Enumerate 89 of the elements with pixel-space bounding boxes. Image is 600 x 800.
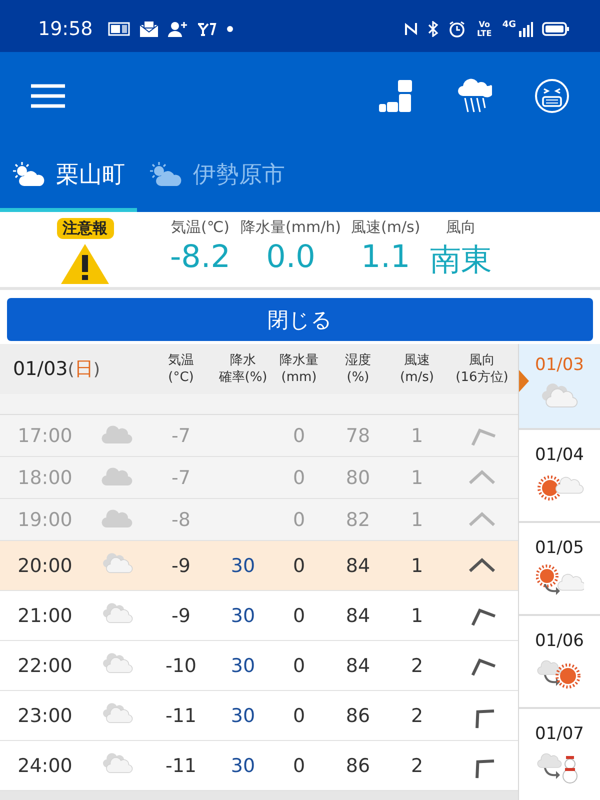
column-header: 降水量 (mm)	[278, 352, 320, 386]
temperature-cell-text: -11	[164, 704, 198, 726]
bluetooth-icon	[427, 21, 440, 37]
column-header: 湿度 (%)	[344, 352, 372, 386]
humidity-cell-text: 86	[344, 754, 372, 776]
time-cell-text: 20:00	[16, 554, 74, 576]
dot-icon	[226, 25, 234, 33]
time-cell-text: 22:00	[16, 654, 74, 676]
temperature-cell-text: -8	[170, 508, 192, 530]
reading-value: -8.2	[170, 239, 230, 275]
temperature-cell-text: -7	[170, 424, 192, 446]
time-cell-text: 18:00	[16, 466, 74, 488]
temperature-cell-text: -9	[170, 554, 192, 576]
column-header: 降水 確率(%)	[218, 352, 268, 386]
add-contact-icon	[168, 21, 188, 37]
day-date: 01/03	[535, 355, 584, 375]
column-header: 風速 (m/s)	[399, 352, 435, 386]
humidity-cell-text: 80	[344, 466, 372, 488]
wind-speed-cell-text: 1	[410, 508, 424, 530]
nfc-icon	[404, 21, 418, 37]
reading-value: 0.0	[266, 239, 316, 275]
pointer-icon	[519, 370, 529, 392]
humidity-cell-text: 78	[344, 424, 372, 446]
humidity-cell-text: 84	[344, 654, 372, 676]
blocks-icon[interactable]	[378, 78, 414, 114]
time-cell-text: 17:00	[16, 424, 74, 446]
time-cell-text: 24:00	[16, 754, 74, 776]
temperature-cell-text: -10	[164, 654, 198, 676]
reading-value: 1.1	[360, 239, 410, 275]
precipitation-cell-text: 0	[292, 604, 306, 626]
logo-icon	[196, 22, 217, 36]
day-date: 01/06	[535, 630, 584, 650]
reading-label: 風速(m/s)	[351, 218, 420, 237]
mail-icon	[138, 20, 159, 38]
temperature-cell-text: -11	[164, 754, 198, 776]
wind-speed-cell-text: 1	[410, 604, 424, 626]
wind-speed-cell-text: 1	[410, 424, 424, 446]
day-date: 01/07	[535, 724, 584, 744]
time-cell-text: 21:00	[16, 604, 74, 626]
reading-label: 降水量(mm/h)	[240, 218, 341, 237]
header-date: 01/03(日)	[12, 357, 102, 382]
precipitation-cell-text: 0	[292, 554, 306, 576]
reading-label: 風向	[446, 218, 476, 237]
close-button[interactable]: 閉じる	[7, 298, 593, 341]
precipitation-cell-text: 0	[292, 508, 306, 530]
wind-speed-cell-text: 2	[410, 754, 424, 776]
wind-speed-cell-text: 1	[410, 466, 424, 488]
wind-speed-cell-text: 2	[410, 654, 424, 676]
sun-cloud-icon	[12, 161, 46, 187]
time-cell-text: 23:00	[16, 704, 74, 726]
precipitation-chance-cell: 30	[230, 704, 256, 726]
menu-icon[interactable]	[30, 82, 66, 110]
network-type-indicator: 4G	[502, 20, 516, 30]
humidity-cell-text: 82	[344, 508, 372, 530]
temperature-cell-text: -9	[170, 604, 192, 626]
precipitation-cell-text: 0	[292, 654, 306, 676]
column-header: 気温 (°C)	[167, 352, 195, 386]
day-date: 01/04	[535, 444, 584, 464]
precipitation-cell-text: 0	[292, 704, 306, 726]
precipitation-cell-text: 0	[292, 754, 306, 776]
volte-indicator: Vo LTE	[476, 20, 493, 38]
time-cell-text: 19:00	[16, 508, 74, 530]
precipitation-chance-cell: 30	[230, 554, 256, 576]
signal-icon	[519, 21, 533, 37]
sun-cloud-icon	[149, 161, 183, 187]
reading-value: 南東	[430, 241, 492, 280]
day-date: 01/05	[535, 538, 584, 558]
location-tab[interactable]: 栗山町	[0, 140, 137, 212]
reading-label: 気温(℃)	[170, 218, 230, 237]
column-header: 風向 (16方位)	[454, 352, 510, 386]
precipitation-chance-cell: 30	[230, 604, 256, 626]
humidity-cell-text: 84	[344, 604, 372, 626]
face-mask-icon[interactable]	[534, 78, 570, 114]
wind-speed-cell-text: 2	[410, 704, 424, 726]
precipitation-chance-cell: 30	[230, 654, 256, 676]
battery-icon	[542, 21, 570, 37]
humidity-cell-text: 86	[344, 704, 372, 726]
humidity-cell-text: 84	[344, 554, 372, 576]
advisory-badge: 注意報	[56, 218, 114, 239]
alarm-icon	[448, 20, 466, 38]
temperature-cell-text: -7	[170, 466, 192, 488]
precipitation-cell-text: 0	[292, 424, 306, 446]
news-icon	[108, 21, 130, 37]
precipitation-chance-cell: 30	[230, 754, 256, 776]
clock-time: 19:58	[38, 18, 93, 40]
warning-icon	[60, 243, 110, 285]
wind-speed-cell-text: 1	[410, 554, 424, 576]
rain-cloud-icon[interactable]	[456, 78, 492, 114]
precipitation-cell-text: 0	[292, 466, 306, 488]
